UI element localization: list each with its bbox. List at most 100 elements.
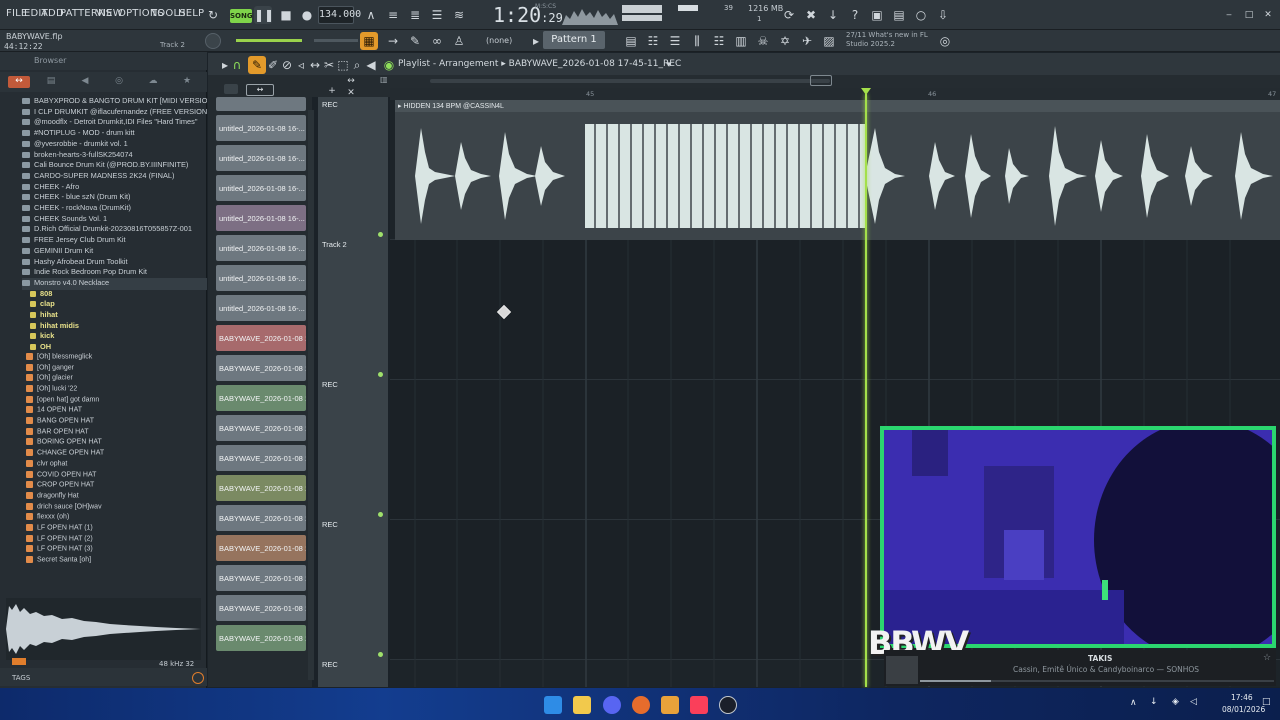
picker-clip[interactable]: BABYWAVE_2026-01-08 1... — [216, 625, 306, 651]
picker-clip[interactable]: BABYWAVE_2026-01-08 1... — [216, 475, 306, 501]
discord-icon[interactable] — [603, 696, 621, 714]
picker-clip[interactable]: BABYWAVE_2026-01-08 1... — [216, 325, 306, 351]
save-icon[interactable]: ▣ — [868, 6, 886, 24]
song-mode-toggle[interactable]: SONG — [230, 9, 253, 23]
notification-icon[interactable]: □ — [1262, 697, 1271, 707]
browser-tab-current[interactable]: ▤ — [44, 76, 58, 88]
wait-input-icon[interactable]: ≡ — [384, 6, 402, 24]
timeline-ruler[interactable] — [390, 88, 1280, 100]
browser-file[interactable]: Secret Santa [oh] — [26, 556, 207, 568]
picker-clip[interactable]: untitled_2026-01-08 16-... — [216, 115, 306, 141]
search-icon[interactable] — [192, 672, 204, 684]
pattern-selector[interactable]: Pattern 1 — [543, 31, 605, 49]
magnet-snap-icon[interactable]: ∩ — [228, 56, 246, 74]
help-icon[interactable]: ? — [846, 6, 864, 24]
download-icon[interactable]: ⇩ — [934, 6, 952, 24]
firefox-icon[interactable] — [632, 696, 650, 714]
track-enable-led[interactable] — [378, 232, 383, 237]
picker-clip[interactable]: untitled_2026-01-08 16-... — [216, 265, 306, 291]
taskbar-time[interactable]: 17:46 — [1231, 693, 1253, 702]
loop-record-icon[interactable]: ↻ — [204, 6, 222, 24]
close-icon[interactable]: ✕ — [1259, 6, 1277, 24]
browser-toggle-icon[interactable]: ☷ — [710, 32, 728, 50]
whats-new-panel[interactable]: 27/11 What's new in FL Studio 2025.2 — [846, 31, 928, 49]
plugin-database-icon[interactable]: ▤ — [890, 6, 908, 24]
track-name[interactable]: REC — [322, 380, 338, 389]
picker-mode-button[interactable]: ↔ — [246, 84, 274, 96]
scrollbar-handle[interactable] — [810, 75, 832, 86]
arrangement-menu-icon[interactable]: ▾ — [660, 56, 678, 74]
link-icon[interactable]: ∞ — [428, 32, 446, 50]
pause-icon[interactable]: ❚❚ — [254, 6, 274, 24]
horizontal-scrollbar[interactable] — [430, 79, 830, 83]
picker-clip[interactable]: BABYWAVE_2026-01-08 1... — [216, 595, 306, 621]
picker-clip[interactable]: untitled_2026-01-08 16-... — [216, 175, 306, 201]
track-name[interactable]: REC — [322, 660, 338, 669]
track-name[interactable]: REC — [322, 100, 338, 109]
project-icon[interactable]: ▥ — [732, 32, 750, 50]
master-pitch-slider[interactable] — [314, 39, 358, 42]
taskbar-date[interactable]: 08/01/2026 — [1222, 705, 1265, 714]
picker-scrollbar[interactable] — [308, 110, 314, 680]
picker-clip[interactable]: BABYWAVE_2026-01-08 1... — [216, 385, 306, 411]
shop-icon[interactable]: ▨ — [820, 32, 838, 50]
mixer-view-icon[interactable]: ⫼ — [688, 32, 706, 50]
arrangement-name[interactable]: BABYWAVE_2026-01-08 17-45-11_REC — [509, 59, 682, 69]
piano-roll-icon[interactable]: ☷ — [644, 32, 662, 50]
minimize-icon[interactable]: ‒ — [1220, 6, 1238, 24]
blend-notes-icon[interactable]: ≋ — [450, 6, 468, 24]
tempo-tapper-icon[interactable]: ✡ — [776, 32, 794, 50]
picker-clip[interactable]: BABYWAVE_2026-01-08 1... — [216, 445, 306, 471]
picker-clip-partial[interactable] — [216, 97, 306, 111]
track-enable-led[interactable] — [378, 512, 383, 517]
browser-tab-favorites[interactable]: ★ — [180, 76, 194, 88]
windows-start-icon[interactable] — [544, 696, 562, 714]
master-volume-knob[interactable] — [205, 33, 221, 49]
menu-help[interactable]: HELP — [178, 8, 204, 19]
arrow-right-icon[interactable]: → — [384, 32, 402, 50]
volume-icon[interactable]: ◁ — [1190, 697, 1197, 707]
restore-icon[interactable]: □ — [1240, 6, 1258, 24]
master-volume-slider[interactable] — [236, 39, 302, 42]
playback-tool-icon[interactable]: ◀ — [362, 56, 380, 74]
picker-clip[interactable]: untitled_2026-01-08 16-... — [216, 295, 306, 321]
playlist-icon[interactable]: ▤ — [622, 32, 640, 50]
picker-clip[interactable]: BABYWAVE_2026-01-08 1... — [216, 505, 306, 531]
track-name[interactable]: Track 2 — [322, 240, 347, 249]
music-app-icon[interactable] — [690, 696, 708, 714]
file-explorer-icon[interactable] — [573, 696, 591, 714]
network-icon[interactable]: ◈ — [1172, 697, 1179, 707]
microphone-icon[interactable]: ↓ — [824, 6, 842, 24]
track-name[interactable]: REC — [322, 520, 338, 529]
chat-icon[interactable]: ○ — [912, 6, 930, 24]
stamp-icon[interactable]: ♙ — [450, 32, 468, 50]
countdown-icon[interactable]: ≣ — [406, 6, 424, 24]
plugin-picker-icon[interactable]: ☠ — [754, 32, 772, 50]
picker-clip[interactable]: untitled_2026-01-08 16-... — [216, 235, 306, 261]
snap-magnet-icon[interactable]: ▦ — [360, 32, 378, 50]
picker-clip[interactable]: BABYWAVE_2026-01-08 1... — [216, 565, 306, 591]
channel-rack-icon[interactable]: ☰ — [666, 32, 684, 50]
picker-clip[interactable]: BABYWAVE_2026-01-08 1... — [216, 415, 306, 441]
browser-tab-cloud[interactable]: ☁ — [146, 76, 160, 88]
track-layout-icon[interactable]: ▥ — [380, 75, 400, 85]
tray-chevron-icon[interactable]: ∧ — [1130, 698, 1137, 708]
mixer-icon[interactable]: ✖ — [802, 6, 820, 24]
undo-history-icon[interactable]: ⟳ — [780, 6, 798, 24]
step-edit-icon[interactable]: ☰ — [428, 6, 446, 24]
picker-toggle[interactable] — [224, 84, 238, 94]
record-icon[interactable]: ● — [298, 6, 316, 24]
fl-studio-icon[interactable] — [661, 696, 679, 714]
picker-clip[interactable]: BABYWAVE_2026-01-08 1... — [216, 355, 306, 381]
microphone-tray-icon[interactable]: ↓ — [1150, 697, 1158, 707]
browser-tab-history[interactable]: ◎ — [112, 76, 126, 88]
picker-clip[interactable]: BABYWAVE_2026-01-08 1... — [216, 535, 306, 561]
track-enable-led[interactable] — [378, 372, 383, 377]
track-enable-led[interactable] — [378, 652, 383, 657]
browser-tab-plugins[interactable]: ◀ — [78, 76, 92, 88]
tempo-display[interactable]: 134.000 — [318, 6, 361, 24]
metronome-icon[interactable]: ∧ — [362, 6, 380, 24]
snap-mode-select[interactable]: (none) — [486, 36, 512, 45]
globe-icon[interactable]: ◎ — [936, 32, 954, 50]
stop-icon[interactable]: ■ — [277, 6, 295, 24]
